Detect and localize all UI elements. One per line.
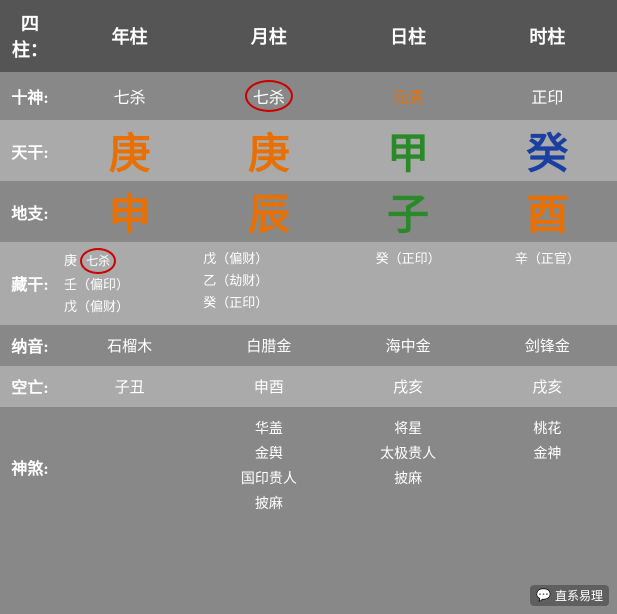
kong-wang-month: 申酉 <box>199 366 338 407</box>
header-col2: 月柱 <box>199 0 338 72</box>
watermark: 💬 直系易理 <box>530 585 609 606</box>
ten-god-hour: 正印 <box>478 72 617 120</box>
ten-god-month-circled: 七杀 <box>245 80 293 112</box>
na-yin-year: 石榴木 <box>60 325 199 366</box>
cang-gan-hour-text: 辛（正官） <box>482 248 613 270</box>
header-col4: 时柱 <box>478 0 617 72</box>
tian-gan-label: 天干: <box>0 120 60 181</box>
tian-gan-row: 天干: 庚 庚 甲 癸 <box>0 120 617 181</box>
tian-gan-month-char: 庚 <box>248 132 290 178</box>
ten-god-month: 七杀 <box>199 72 338 120</box>
na-yin-month: 白腊金 <box>199 325 338 366</box>
watermark-icon: 💬 <box>536 588 551 603</box>
header-col1: 年柱 <box>60 0 199 72</box>
cang-gan-day: 癸（正印） <box>339 242 478 325</box>
tian-gan-year-char: 庚 <box>109 132 151 178</box>
cang-gan-day-text: 癸（正印） <box>343 248 474 270</box>
ten-god-year: 七杀 <box>60 72 199 120</box>
di-zhi-year: 申 <box>60 181 199 242</box>
cang-gan-month-text: 戊（偏财） 乙（劫财） 癸（正印） <box>203 248 334 314</box>
shen-sha-row: 神煞: 华盖金舆国印贵人披麻 将星太极贵人披麻 桃花金神 <box>0 407 617 528</box>
di-zhi-label: 地支: <box>0 181 60 242</box>
na-yin-hour: 剑锋金 <box>478 325 617 366</box>
header-col0: 四柱： <box>0 0 60 72</box>
cang-gan-month: 戊（偏财） 乙（劫财） 癸（正印） <box>199 242 338 325</box>
shen-sha-day: 将星太极贵人披麻 <box>339 407 478 528</box>
shen-sha-month: 华盖金舆国印贵人披麻 <box>199 407 338 528</box>
di-zhi-hour-char: 酉 <box>526 193 568 239</box>
kong-wang-hour: 戌亥 <box>478 366 617 407</box>
di-zhi-month: 辰 <box>199 181 338 242</box>
cang-gan-year-text: 庚 七杀 壬（偏印） 戊（偏财） <box>64 248 195 319</box>
cang-gan-row: 藏干: 庚 七杀 壬（偏印） 戊（偏财） 戊（偏财） 乙（劫财） 癸（正印） 癸… <box>0 242 617 325</box>
di-zhi-year-char: 申 <box>109 193 151 239</box>
shen-sha-hour: 桃花金神 <box>478 407 617 528</box>
header-row: 四柱： 年柱 月柱 日柱 时柱 <box>0 0 617 72</box>
di-zhi-row: 地支: 申 辰 子 酉 <box>0 181 617 242</box>
di-zhi-day: 子 <box>339 181 478 242</box>
tian-gan-day: 甲 <box>339 120 478 181</box>
tian-gan-month: 庚 <box>199 120 338 181</box>
kong-wang-row: 空亡: 子丑 申酉 戌亥 戌亥 <box>0 366 617 407</box>
ten-god-row: 十神: 七杀 七杀 元男 正印 <box>0 72 617 120</box>
na-yin-row: 纳音: 石榴木 白腊金 海中金 剑锋金 <box>0 325 617 366</box>
kong-wang-label: 空亡: <box>0 366 60 407</box>
cang-gan-year: 庚 七杀 壬（偏印） 戊（偏财） <box>60 242 199 325</box>
ten-god-day: 元男 <box>339 72 478 120</box>
di-zhi-hour: 酉 <box>478 181 617 242</box>
shen-sha-year <box>60 407 199 528</box>
tian-gan-hour: 癸 <box>478 120 617 181</box>
cang-gan-hour: 辛（正官） <box>478 242 617 325</box>
di-zhi-day-char: 子 <box>387 193 429 239</box>
watermark-text: 直系易理 <box>555 587 603 604</box>
ten-god-label: 十神: <box>0 72 60 120</box>
tian-gan-day-char: 甲 <box>387 132 429 178</box>
cang-gan-label: 藏干: <box>0 242 60 325</box>
na-yin-label: 纳音: <box>0 325 60 366</box>
shen-sha-label: 神煞: <box>0 407 60 528</box>
na-yin-day: 海中金 <box>339 325 478 366</box>
tian-gan-year: 庚 <box>60 120 199 181</box>
kong-wang-day: 戌亥 <box>339 366 478 407</box>
di-zhi-month-char: 辰 <box>248 193 290 239</box>
tian-gan-hour-char: 癸 <box>526 132 568 178</box>
kong-wang-year: 子丑 <box>60 366 199 407</box>
header-col3: 日柱 <box>339 0 478 72</box>
